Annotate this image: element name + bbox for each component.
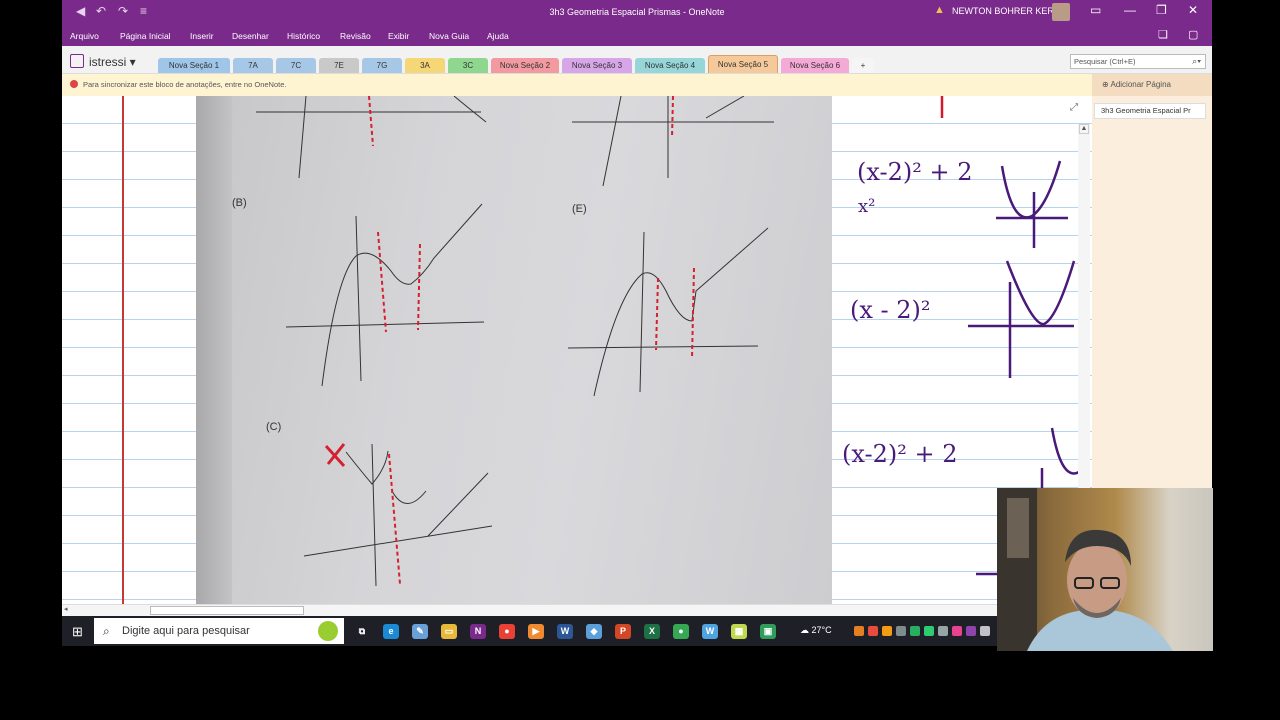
add-page-label: Adicionar Página [1110, 80, 1171, 89]
page-canvas[interactable]: (B) (C) (E) (x-2)² + 2 x² (x - 2)² (x-2)… [62, 96, 1092, 604]
notebook-selector[interactable]: istressi ▾ [70, 54, 136, 69]
onenote-icon[interactable]: N [470, 624, 486, 639]
add-page-button[interactable]: ⊕ Adicionar Página [1092, 74, 1212, 96]
sync-notification: Para sincronizar este bloco de anotações… [62, 74, 1092, 96]
section-tab[interactable]: 7G [362, 58, 402, 73]
section-tab[interactable]: Nova Seção 2 [491, 58, 559, 73]
word-icon[interactable]: W [557, 624, 573, 639]
tray-icon[interactable] [952, 626, 962, 636]
tray-icon[interactable] [882, 626, 892, 636]
margin-line [122, 96, 124, 604]
edge-icon[interactable]: e [383, 624, 399, 639]
menu-desenhar[interactable]: Desenhar [232, 31, 269, 41]
section-tab[interactable]: Nova Seção 4 [635, 58, 705, 73]
section-tab[interactable]: 3A [405, 58, 445, 73]
graph-label-b: (B) [232, 197, 247, 209]
search-placeholder: Pesquisar (Ctrl+E) [1074, 57, 1136, 66]
avatar[interactable] [1052, 3, 1070, 21]
tray-icon[interactable] [938, 626, 948, 636]
comment-icon[interactable]: ▢ [1188, 28, 1198, 41]
section-tab[interactable]: 3C [448, 58, 488, 73]
scroll-up-icon[interactable]: ▲ [1079, 124, 1089, 134]
taskbar-search-placeholder: Digite aqui para pesquisar [122, 625, 250, 637]
section-tab[interactable]: Nova Seção 3 [562, 58, 632, 73]
task-view-icon[interactable]: ⧉ [354, 624, 370, 639]
sync-status-icon [70, 80, 78, 88]
section-tab[interactable]: 7C [276, 58, 316, 73]
cortana-icon[interactable] [318, 621, 338, 641]
section-tab[interactable]: 7A [233, 58, 273, 73]
whiteboard-icon[interactable]: W [702, 624, 718, 639]
title-bar: ◀ ↶ ↷ ≡ 3h3 Geometria Espacial Prismas -… [62, 0, 1212, 24]
color-app-icon[interactable]: ▦ [731, 624, 747, 639]
share-icon[interactable]: ❏ [1158, 28, 1168, 41]
notebook-name: istressi [89, 55, 127, 69]
tray-icon[interactable] [854, 626, 864, 636]
media-player-icon[interactable]: ▶ [528, 624, 544, 639]
search-input[interactable]: Pesquisar (Ctrl+E) ⌕▾ [1070, 54, 1206, 69]
tray-icon[interactable] [924, 626, 934, 636]
temperature: 27°C [811, 625, 832, 635]
menu-nova-guia[interactable]: Nova Guia [429, 31, 469, 41]
app-icon[interactable]: ◆ [586, 624, 602, 639]
search-icon[interactable]: ⌕▾ [1192, 55, 1201, 68]
menu-ajuda[interactable]: Ajuda [487, 31, 509, 41]
powerpoint-icon[interactable]: P [615, 624, 631, 639]
notebook-icon [70, 54, 84, 68]
warning-icon[interactable]: ▲ [934, 4, 945, 16]
menu-exibir[interactable]: Exibir [388, 31, 409, 41]
section-tab[interactable]: 7E [319, 58, 359, 73]
webcam-overlay [997, 488, 1213, 651]
expand-icon[interactable]: ⤢ [1070, 102, 1078, 113]
tray-icon[interactable] [868, 626, 878, 636]
menu-revisao[interactable]: Revisão [340, 31, 371, 41]
scroll-thumb[interactable] [150, 606, 304, 615]
tray-icon[interactable] [980, 626, 990, 636]
terminal-icon[interactable]: ▣ [760, 624, 776, 639]
cloud-icon: ☁ [800, 625, 812, 635]
chrome-profile-icon[interactable]: ● [673, 624, 689, 639]
menu-historico[interactable]: Histórico [287, 31, 320, 41]
webcam-person [997, 488, 1173, 651]
paint-icon[interactable]: ✎ [412, 624, 428, 639]
close-icon[interactable]: ✕ [1188, 3, 1198, 17]
menu-inserir[interactable]: Inserir [190, 31, 214, 41]
tray-icon[interactable] [966, 626, 976, 636]
ribbon-tabs: Arquivo Página Inicial Inserir Desenhar … [62, 24, 1212, 46]
file-explorer-icon[interactable]: ▭ [441, 624, 457, 639]
graph-label-c: (C) [266, 421, 282, 433]
chevron-down-icon: ▾ [126, 55, 136, 69]
windows-start-icon[interactable]: ⊞ [72, 624, 83, 640]
minimize-icon[interactable]: — [1124, 3, 1136, 17]
tray-icon[interactable] [896, 626, 906, 636]
tray-icon[interactable] [910, 626, 920, 636]
section-tab[interactable]: Nova Seção 5 [708, 55, 778, 73]
sync-message: Para sincronizar este bloco de anotações… [83, 80, 287, 89]
search-icon: ⌕ [103, 624, 110, 638]
section-tab[interactable]: Nova Seção 6 [781, 58, 849, 73]
page-item[interactable]: 3h3 Geometria Espacial Pr [1094, 103, 1206, 119]
weather-widget[interactable]: ☁ 27°C [800, 625, 832, 636]
user-name[interactable]: NEWTON BOHRER KERN [952, 6, 1060, 16]
section-tab-bar: istressi ▾ Nova Seção 1 7A 7C 7E 7G 3A 3C Nova … [62, 46, 1212, 74]
ribbon-display-icon[interactable]: ▭ [1090, 3, 1101, 17]
taskbar-search[interactable]: ⌕ Digite aqui para pesquisar [94, 618, 344, 644]
excel-icon[interactable]: X [644, 624, 660, 639]
section-tab[interactable]: Nova Seção 1 [158, 58, 230, 73]
chrome-icon[interactable]: ● [499, 624, 515, 639]
menu-pagina-inicial[interactable]: Página Inicial [120, 31, 171, 41]
add-section-button[interactable]: + [852, 58, 874, 73]
restore-icon[interactable]: ❐ [1156, 3, 1167, 17]
scroll-left-icon[interactable]: ◂ [64, 605, 68, 613]
graph-photo-drawing [256, 96, 774, 587]
graph-label-e: (E) [572, 203, 587, 215]
graph-photo: (B) (C) (E) [196, 96, 832, 604]
menu-arquivo[interactable]: Arquivo [70, 31, 99, 41]
